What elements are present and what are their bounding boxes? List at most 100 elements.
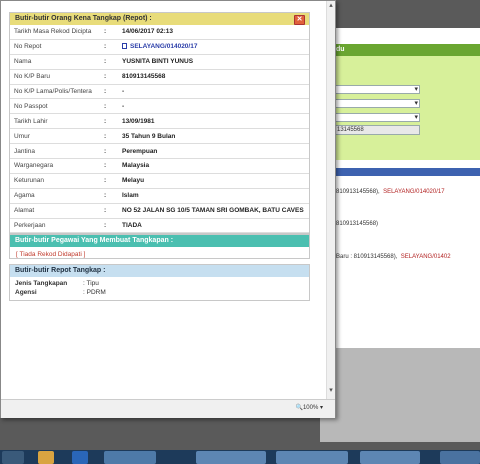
detail-separator: : xyxy=(100,158,118,174)
detail-value: YUSNITA BINTI YUNUS xyxy=(118,54,309,70)
chevron-down-icon: ▾ xyxy=(414,114,418,121)
detail-value: 14/06/2017 02:13 xyxy=(118,25,309,40)
background-select-2[interactable]: ▾ xyxy=(334,99,420,108)
detail-separator: : xyxy=(100,39,118,55)
detail-row: No Passpot: - xyxy=(10,98,309,115)
detail-separator: : xyxy=(100,128,118,145)
arrest-report-section: Butir-butir Repot Tangkap : Jenis Tangka… xyxy=(9,264,310,301)
zoom-level: 100% xyxy=(302,405,319,411)
detail-separator: : xyxy=(100,54,118,70)
task-button-1[interactable] xyxy=(196,451,266,464)
no-record-text: [ Tiada Rekod Didapati ] xyxy=(16,251,86,258)
report-number-link[interactable]: SELAYANG/014020/17 xyxy=(118,39,309,55)
detail-row: Nama: YUSNITA BINTI YUNUS xyxy=(10,54,309,70)
arrested-person-header: Butir-butir Orang Kena Tangkap (Repot) :… xyxy=(10,13,309,25)
detail-row: Warganegara: Malaysia xyxy=(10,158,309,174)
background-result-3: Baru : 810913145568), SELAYANG/01402 xyxy=(336,254,451,260)
detail-value: Perempuan xyxy=(118,143,309,160)
arrest-type-row: Jenis Tangkapan : Tipu xyxy=(15,279,304,288)
detail-label: Tarikh Lahir xyxy=(10,113,100,130)
agency-row: Agensi : PDRM xyxy=(15,288,304,297)
detail-separator: : xyxy=(100,188,118,204)
agency-label: Agensi xyxy=(15,289,37,296)
arresting-officer-section: Butir-butir Pegawai Yang Membuat Tangkap… xyxy=(9,234,310,259)
detail-label: Nama xyxy=(10,54,100,70)
arresting-officer-header: Butir-butir Pegawai Yang Membuat Tangkap… xyxy=(10,235,309,247)
background-results-header xyxy=(320,168,480,176)
background-select-3[interactable]: ▾ xyxy=(334,113,420,122)
detail-value: - xyxy=(118,98,309,115)
detail-separator: : xyxy=(100,25,118,40)
folder-icon[interactable] xyxy=(38,451,54,464)
detail-label: Agama xyxy=(10,188,100,204)
detail-label: No Repot xyxy=(10,39,100,55)
close-button[interactable]: ✕ xyxy=(294,15,305,25)
document-icon xyxy=(122,43,127,50)
arrested-person-section: Butir-butir Orang Kena Tangkap (Repot) :… xyxy=(9,12,310,235)
browser-task-icon[interactable] xyxy=(104,451,156,464)
detail-label: No K/P Baru xyxy=(10,69,100,85)
detail-row: Jantina: Perempuan xyxy=(10,143,309,160)
vertical-scrollbar[interactable]: ▴ ▾ xyxy=(326,1,335,399)
detail-popup-window: Butir-butir Orang Kena Tangkap (Repot) :… xyxy=(0,0,336,418)
detail-row: No K/P Lama/Polis/Tentera: - xyxy=(10,84,309,100)
background-report-link-3[interactable]: SELAYANG/01402 xyxy=(401,254,451,260)
detail-separator: : xyxy=(100,143,118,160)
task-button-3[interactable] xyxy=(360,451,420,464)
background-section-header: idu xyxy=(320,44,480,56)
scroll-down-icon[interactable]: ▾ xyxy=(327,387,335,395)
detail-row: Agama: Islam xyxy=(10,188,309,204)
detail-row: Keturunan: Melayu xyxy=(10,173,309,189)
detail-separator: : xyxy=(100,173,118,189)
status-bar: 🔍100% ▾ xyxy=(1,399,335,418)
background-result-1: 810913145568), SELAYANG/014020/17 xyxy=(336,189,445,195)
zoom-control[interactable]: 🔍100% ▾ xyxy=(295,404,323,411)
task-button-2[interactable] xyxy=(276,451,348,464)
arrest-report-header: Butir-butir Repot Tangkap : xyxy=(10,265,309,277)
arrested-person-table: Tarikh Masa Rekod Dicipta:14/06/2017 02:… xyxy=(10,25,309,234)
start-icon[interactable] xyxy=(2,451,24,464)
detail-row: Perkerjaan: TIADA xyxy=(10,218,309,234)
background-select-1[interactable]: ▾ xyxy=(334,85,420,94)
arrest-report-details: Jenis Tangkapan : Tipu Agensi : PDRM xyxy=(10,277,309,300)
detail-value: 13/09/1981 xyxy=(118,113,309,130)
task-button-4[interactable] xyxy=(440,451,480,464)
detail-label: No K/P Lama/Polis/Tentera xyxy=(10,84,100,100)
detail-label: Warganegara xyxy=(10,158,100,174)
detail-value: TIADA xyxy=(118,218,309,234)
detail-separator: : xyxy=(100,69,118,85)
detail-row: Tarikh Lahir:13/09/1981 xyxy=(10,113,309,130)
word-icon[interactable] xyxy=(72,451,88,464)
detail-separator: : xyxy=(100,98,118,115)
taskbar xyxy=(0,450,480,464)
detail-value: - xyxy=(118,84,309,100)
detail-separator: : xyxy=(100,218,118,234)
detail-label: Keturunan xyxy=(10,173,100,189)
detail-separator: : xyxy=(100,84,118,100)
detail-label: Jantina xyxy=(10,143,100,160)
detail-separator: : xyxy=(100,203,118,219)
background-search-form: ▾ ▾ ▾ 13145568 xyxy=(320,56,480,160)
section-title: Butir-butir Orang Kena Tangkap (Repot) : xyxy=(15,15,152,22)
detail-row: Umur:35 Tahun 9 Bulan xyxy=(10,128,309,145)
background-report-link-1[interactable]: SELAYANG/014020/17 xyxy=(383,189,445,195)
agency-value: : PDRM xyxy=(83,289,106,296)
background-app: idu ▾ ▾ ▾ 13145568 810913145568), SELAYA… xyxy=(320,28,480,348)
scroll-up-icon[interactable]: ▴ xyxy=(327,2,335,10)
detail-row: No Repot: SELAYANG/014020/17 xyxy=(10,39,309,55)
detail-row: Tarikh Masa Rekod Dicipta:14/06/2017 02:… xyxy=(10,25,309,40)
background-gray-area xyxy=(320,348,480,442)
close-icon: ✕ xyxy=(296,16,303,23)
detail-row: Alamat: NO 52 JALAN SG 10/5 TAMAN SRI GOM… xyxy=(10,203,309,219)
arrest-type-label: Jenis Tangkapan xyxy=(15,280,68,287)
detail-label: Tarikh Masa Rekod Dicipta xyxy=(10,25,100,40)
detail-label: Perkerjaan xyxy=(10,218,100,234)
chevron-down-icon: ▾ xyxy=(414,86,418,93)
chevron-down-icon: ▾ xyxy=(414,100,418,107)
detail-value: NO 52 JALAN SG 10/5 TAMAN SRI GOMBAK, BA… xyxy=(118,203,309,219)
report-number-text[interactable]: SELAYANG/014020/17 xyxy=(130,43,197,50)
detail-value: Melayu xyxy=(118,173,309,189)
detail-value: 810913145568 xyxy=(118,69,309,85)
arrest-type-value: : Tipu xyxy=(83,280,99,287)
background-ic-input[interactable]: 13145568 xyxy=(334,125,420,135)
